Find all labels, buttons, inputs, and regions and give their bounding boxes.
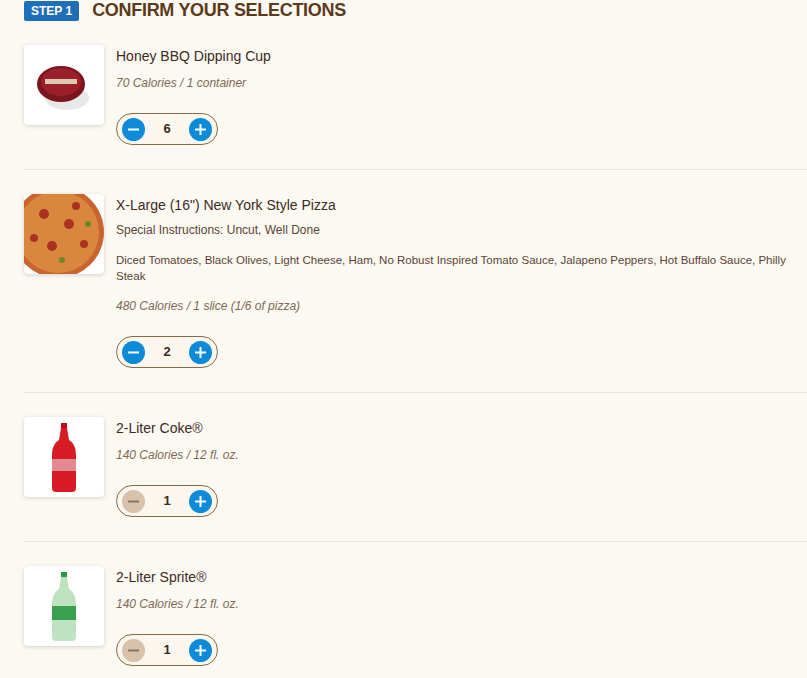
minus-icon (128, 645, 139, 656)
special-instructions: Special Instructions: Uncut, Well Done (116, 220, 795, 240)
item-details: 2-Liter Coke® 140 Calories / 12 fl. oz. 1 (116, 417, 807, 517)
item-name: Honey BBQ Dipping Cup (116, 45, 795, 67)
item-name: 2-Liter Coke® (116, 417, 795, 439)
quantity-value: 1 (163, 640, 170, 660)
order-item: 2-Liter Sprite® 140 Calories / 12 fl. oz.… (24, 542, 807, 678)
page-title: CONFIRM YOUR SELECTIONS (92, 0, 346, 21)
page-header: STEP 1 CONFIRM YOUR SELECTIONS (24, 0, 807, 21)
item-name: X-Large (16") New York Style Pizza (116, 194, 795, 216)
calories: 140 Calories / 12 fl. oz. (116, 594, 795, 614)
item-name: 2-Liter Sprite® (116, 566, 795, 588)
quantity-stepper: 1 (116, 485, 218, 517)
order-item: X-Large (16") New York Style Pizza Specia… (24, 170, 807, 393)
quantity-value: 2 (163, 342, 170, 362)
toppings: Diced Tomatoes, Black Olives, Light Chee… (116, 252, 795, 284)
pizza-image (24, 194, 104, 274)
minus-icon (128, 496, 139, 507)
order-item: 2-Liter Coke® 140 Calories / 12 fl. oz. 1 (24, 393, 807, 542)
plus-icon (195, 347, 206, 358)
calories: 140 Calories / 12 fl. oz. (116, 445, 795, 465)
item-details: Honey BBQ Dipping Cup 70 Calories / 1 con… (116, 45, 807, 145)
minus-button (122, 639, 145, 662)
order-item: Honey BBQ Dipping Cup 70 Calories / 1 con… (24, 21, 807, 170)
item-details: X-Large (16") New York Style Pizza Specia… (116, 194, 807, 368)
plus-icon (195, 124, 206, 135)
step-badge: STEP 1 (24, 1, 79, 21)
minus-icon (128, 347, 139, 358)
sprite-image (24, 566, 104, 646)
quantity-value: 6 (163, 119, 170, 139)
minus-button (122, 490, 145, 513)
calories: 480 Calories / 1 slice (1/6 of pizza) (116, 296, 795, 316)
plus-button[interactable] (189, 490, 212, 513)
minus-button[interactable] (122, 341, 145, 364)
quantity-stepper: 1 (116, 634, 218, 666)
plus-button[interactable] (189, 118, 212, 141)
plus-button[interactable] (189, 341, 212, 364)
quantity-value: 1 (163, 491, 170, 511)
plus-icon (195, 496, 206, 507)
dip-image (24, 45, 104, 125)
item-details: 2-Liter Sprite® 140 Calories / 12 fl. oz.… (116, 566, 807, 666)
minus-icon (128, 124, 139, 135)
quantity-stepper: 2 (116, 336, 218, 368)
calories: 70 Calories / 1 container (116, 73, 795, 93)
quantity-stepper: 6 (116, 113, 218, 145)
plus-button[interactable] (189, 639, 212, 662)
minus-button[interactable] (122, 118, 145, 141)
coke-image (24, 417, 104, 497)
plus-icon (195, 645, 206, 656)
